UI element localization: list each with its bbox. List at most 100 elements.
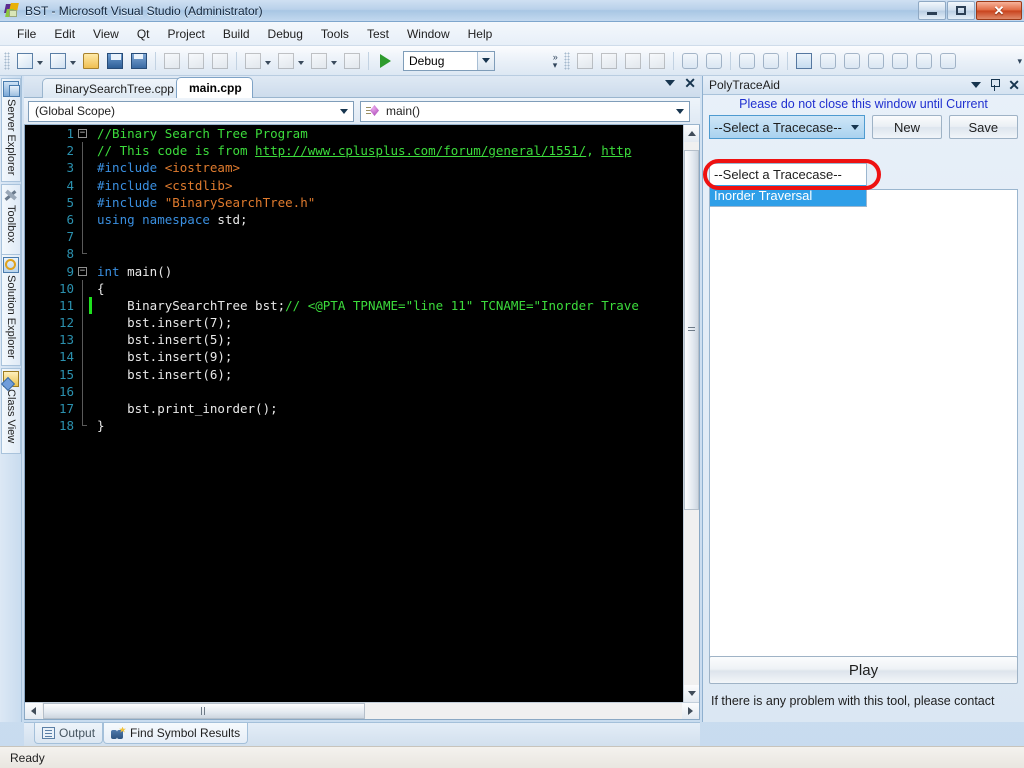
menu-item-build[interactable]: Build	[214, 24, 259, 44]
redo-dropdown-icon[interactable]	[298, 60, 304, 65]
fold-margin[interactable]	[77, 228, 89, 246]
menu-item-help[interactable]: Help	[459, 24, 502, 44]
save-all-button[interactable]	[128, 50, 150, 72]
chevron-down-icon[interactable]	[672, 103, 688, 120]
code-line[interactable]: 14 bst.insert(9);	[25, 348, 683, 366]
tab-output[interactable]: Output	[34, 723, 104, 744]
vertical-scroll-thumb[interactable]	[684, 150, 699, 510]
sidebar-item-class-view[interactable]: Class View	[1, 368, 21, 454]
code-line[interactable]: 16	[25, 382, 683, 400]
properties-window-button[interactable]	[598, 50, 620, 72]
fold-margin[interactable]	[77, 382, 89, 400]
code-line[interactable]: 1− //Binary Search Tree Program	[25, 125, 683, 142]
editor-horizontal-scrollbar[interactable]	[25, 702, 699, 719]
maximize-button[interactable]	[947, 1, 975, 20]
code-line[interactable]: 18}	[25, 417, 683, 434]
dropdown-option-select-a-tracecase[interactable]: --Select a Tracecase--	[710, 164, 866, 185]
fold-margin[interactable]	[77, 142, 89, 160]
menu-item-qt[interactable]: Qt	[128, 24, 159, 44]
decrease-indent-button[interactable]	[703, 50, 725, 72]
previous-bookmark-folder-button[interactable]	[889, 50, 911, 72]
dropdown-option-inorder-traversal[interactable]: Inorder Traversal	[710, 185, 866, 206]
scroll-left-icon[interactable]	[25, 703, 42, 719]
code-editor[interactable]: 1−//Binary Search Tree Program 2// This c…	[24, 125, 700, 720]
tracecase-dropdown-list[interactable]: --Select a Tracecase-- Inorder Traversal	[709, 163, 867, 207]
toolbar-overflow-button[interactable]: » ▾	[553, 52, 560, 69]
active-files-dropdown-icon[interactable]	[665, 80, 676, 86]
document-tab-binarysearchtree[interactable]: BinarySearchTree.cpp	[42, 78, 185, 98]
cut-button[interactable]	[161, 50, 183, 72]
scroll-right-icon[interactable]	[682, 703, 699, 719]
play-button[interactable]: Play	[709, 656, 1018, 684]
auto-hide-pin-icon[interactable]	[989, 79, 1001, 91]
previous-bookmark-button[interactable]	[841, 50, 863, 72]
code-token[interactable]: http://www.cplusplus.com/forum/general/1…	[255, 143, 586, 158]
horizontal-scroll-thumb[interactable]	[43, 703, 365, 719]
fold-margin[interactable]: −	[77, 263, 89, 280]
tracepoint-list[interactable]	[709, 189, 1018, 660]
menu-item-file[interactable]: File	[8, 24, 45, 44]
minimize-button[interactable]	[918, 1, 946, 20]
code-line[interactable]: 7	[25, 228, 683, 246]
menu-item-test[interactable]: Test	[358, 24, 398, 44]
code-line[interactable]: 13 bst.insert(5);	[25, 331, 683, 349]
bookmark-window-button[interactable]	[793, 50, 815, 72]
menu-item-project[interactable]: Project	[159, 24, 214, 44]
code-line[interactable]: 5 #include "BinarySearchTree.h"	[25, 193, 683, 211]
increase-indent-button[interactable]	[679, 50, 701, 72]
toolbar-overflow-button-2[interactable]: ▾	[1017, 56, 1024, 65]
new-button[interactable]: New	[872, 115, 942, 139]
menu-item-tools[interactable]: Tools	[312, 24, 358, 44]
tracecase-combo[interactable]: --Select a Tracecase--	[709, 115, 866, 139]
document-tab-main[interactable]: main.cpp	[176, 77, 253, 98]
window-menu-icon[interactable]	[971, 82, 982, 88]
navigate-backward-button[interactable]	[308, 50, 330, 72]
new-item-button[interactable]	[47, 50, 69, 72]
menu-item-view[interactable]: View	[84, 24, 128, 44]
navigate-backward-dropdown-icon[interactable]	[331, 60, 337, 65]
close-tab-icon[interactable]: ✕	[684, 76, 696, 90]
code-line[interactable]: 11 BinarySearchTree bst;// <@PTA TPNAME=…	[25, 296, 683, 315]
comment-selection-button[interactable]	[736, 50, 758, 72]
fold-margin[interactable]	[77, 400, 89, 418]
open-file-button[interactable]	[80, 50, 102, 72]
code-token[interactable]: http	[601, 143, 631, 158]
tab-find-symbol-results[interactable]: Find Symbol Results	[103, 723, 249, 744]
fold-margin[interactable]	[77, 296, 89, 315]
paste-button[interactable]	[209, 50, 231, 72]
start-debugging-button[interactable]	[374, 50, 396, 72]
scope-combo[interactable]: (Global Scope)	[28, 100, 354, 122]
close-button[interactable]: ✕	[976, 1, 1022, 20]
code-line[interactable]: 8	[25, 245, 683, 262]
collapse-icon[interactable]: −	[78, 129, 87, 138]
code-line[interactable]: 17 bst.print_inorder();	[25, 400, 683, 418]
sidebar-item-solution-explorer[interactable]: Solution Explorer	[1, 254, 21, 366]
toolbox-button[interactable]	[646, 50, 668, 72]
clear-bookmarks-button[interactable]	[937, 50, 959, 72]
code-line[interactable]: 15 bst.insert(6);	[25, 365, 683, 383]
fold-margin[interactable]	[77, 245, 89, 262]
undo-button[interactable]	[242, 50, 264, 72]
undo-dropdown-icon[interactable]	[265, 60, 271, 65]
chevron-down-icon[interactable]	[847, 120, 862, 135]
new-item-dropdown-icon[interactable]	[70, 60, 76, 65]
fold-margin[interactable]: −	[77, 125, 89, 142]
scroll-down-icon[interactable]	[684, 685, 699, 702]
fold-margin[interactable]	[77, 331, 89, 349]
code-line[interactable]: 6 using namespace std;	[25, 210, 683, 229]
copy-button[interactable]	[185, 50, 207, 72]
fold-margin[interactable]	[77, 210, 89, 229]
fold-margin[interactable]	[77, 159, 89, 177]
sidebar-item-server-explorer[interactable]: Server Explorer	[1, 78, 21, 182]
code-line[interactable]: 3 #include <iostream>	[25, 159, 683, 177]
member-combo[interactable]: main()	[360, 100, 690, 122]
fold-margin[interactable]	[77, 176, 89, 194]
next-bookmark-button[interactable]	[865, 50, 887, 72]
navigate-forward-button[interactable]	[341, 50, 363, 72]
scroll-up-icon[interactable]	[684, 125, 699, 142]
menu-item-edit[interactable]: Edit	[45, 24, 84, 44]
new-project-dropdown-icon[interactable]	[37, 60, 43, 65]
sidebar-item-toolbox[interactable]: Toolbox	[1, 184, 21, 264]
close-icon[interactable]: ✕	[1008, 78, 1020, 92]
solution-configuration-combo[interactable]: Debug	[403, 50, 495, 71]
